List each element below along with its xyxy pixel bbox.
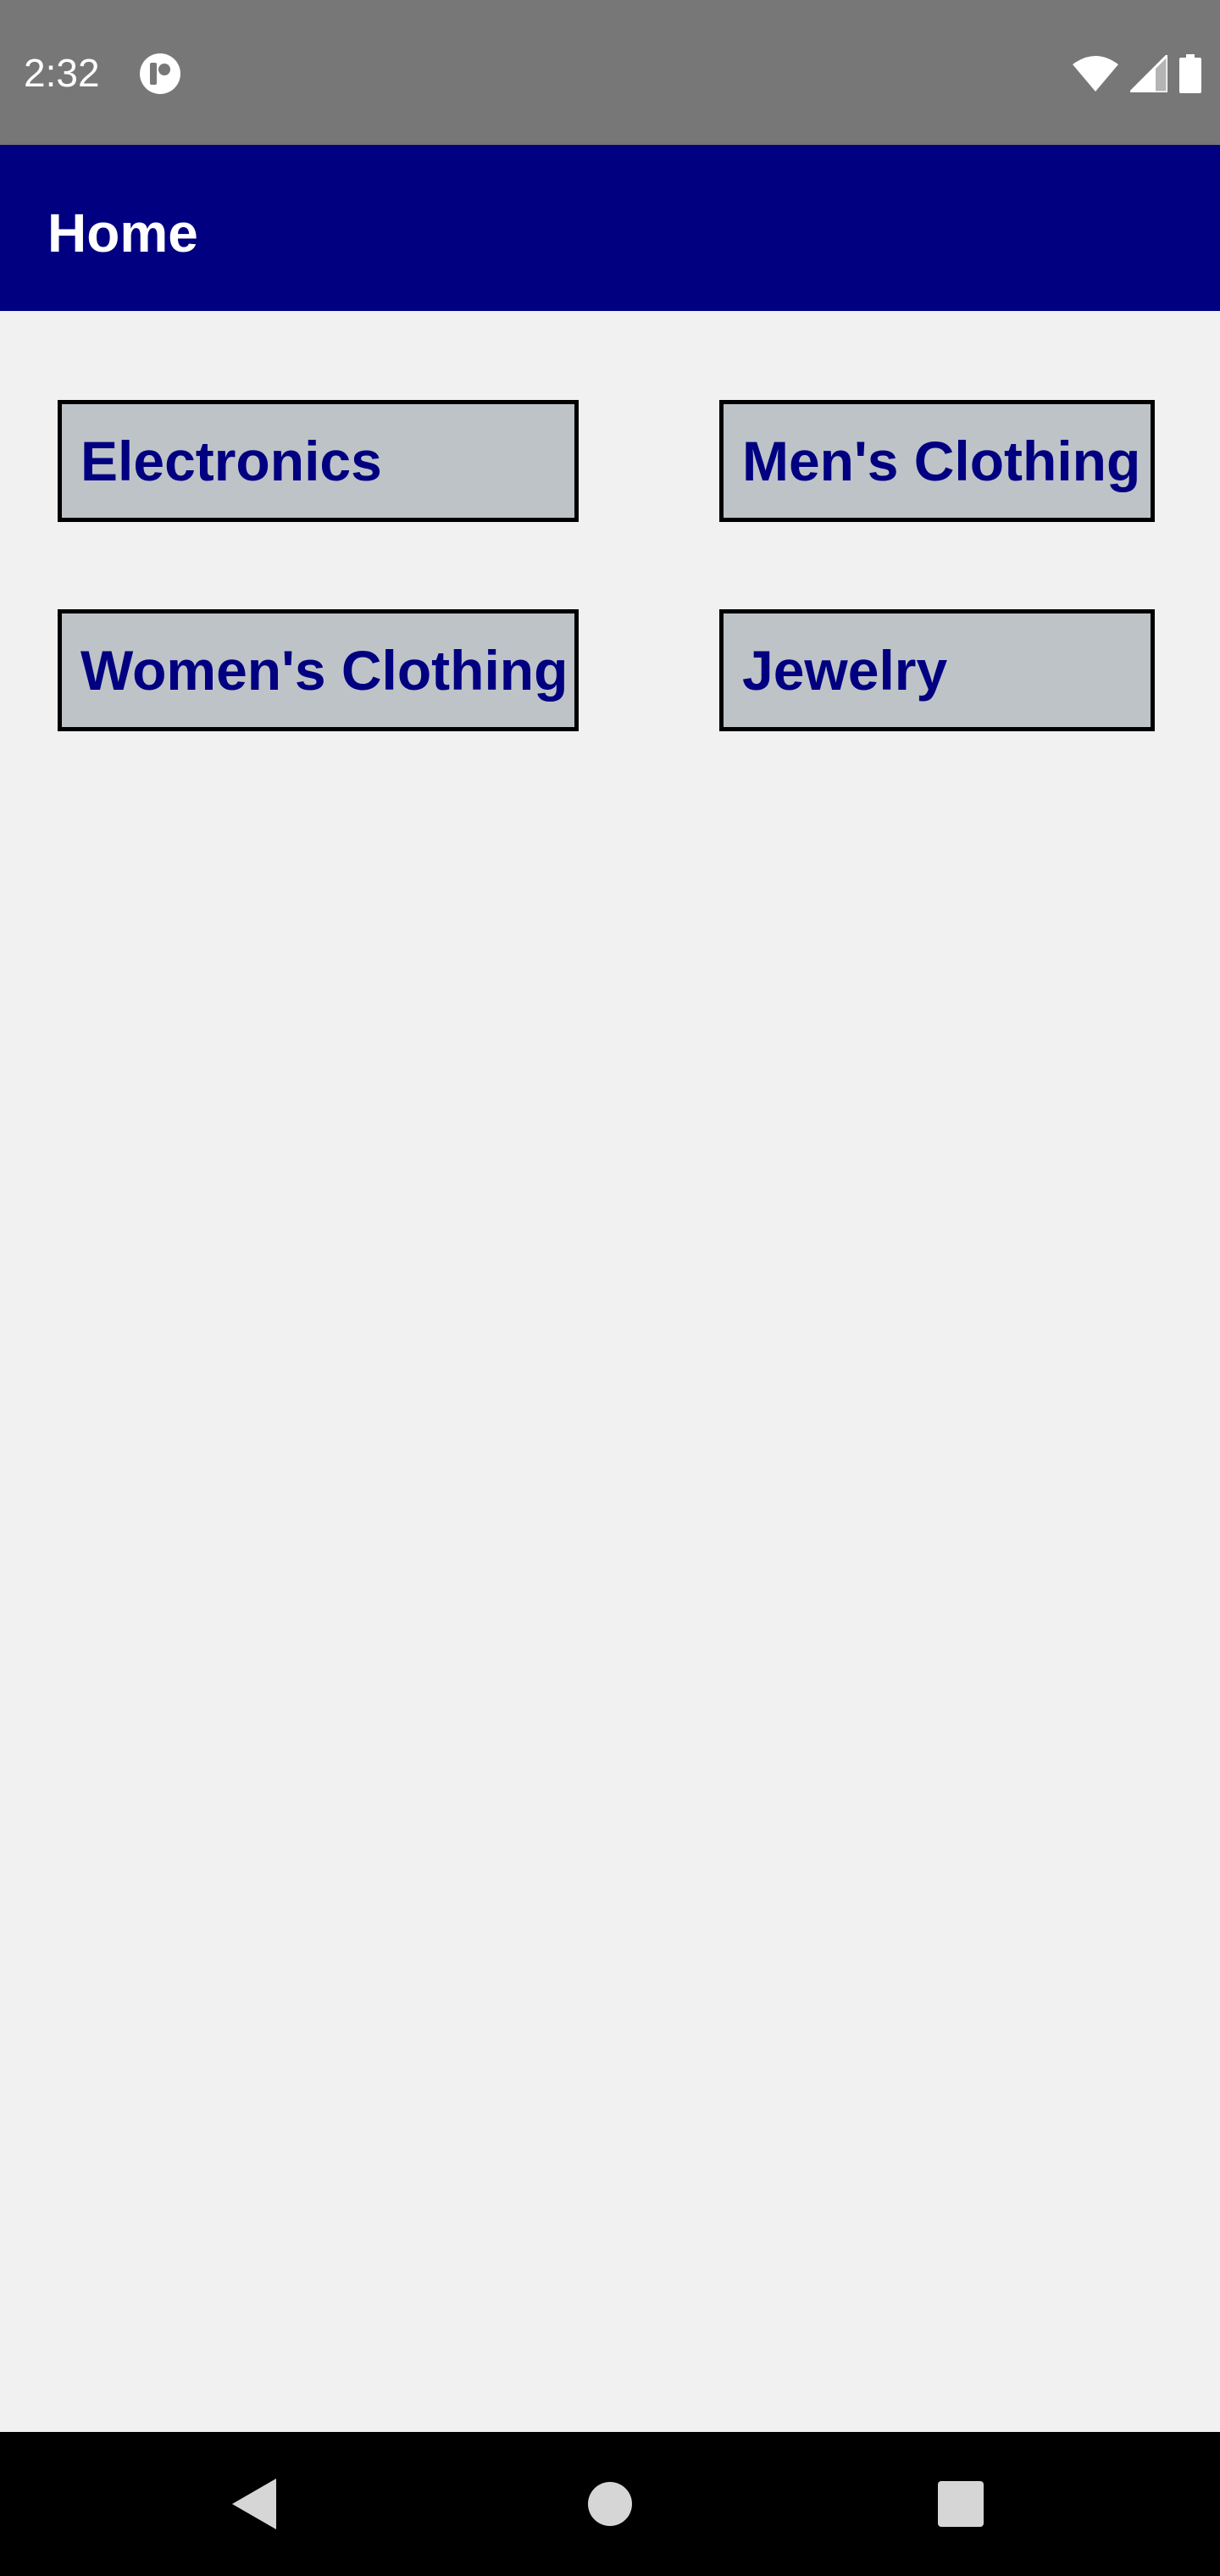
app-bar: Home [0, 145, 1220, 311]
system-nav-bar [0, 2432, 1220, 2576]
home-icon [588, 2482, 632, 2526]
battery-icon [1179, 54, 1201, 93]
recents-button[interactable] [910, 2432, 1012, 2576]
page-title: Home [47, 203, 198, 264]
back-icon [232, 2479, 276, 2529]
womens-clothing-button[interactable]: Women's Clothing [58, 609, 579, 731]
category-grid: Electronics Men's Clothing Women's Cloth… [0, 311, 1220, 2432]
cell-signal-icon [1130, 55, 1167, 92]
jewelry-button[interactable]: Jewelry [719, 609, 1155, 731]
electronics-button[interactable]: Electronics [58, 400, 579, 522]
status-time: 2:32 [24, 51, 100, 95]
status-indicators [1073, 51, 1201, 97]
wifi-icon [1073, 56, 1118, 92]
app-notification-icon [140, 53, 180, 94]
home-button[interactable] [559, 2432, 661, 2576]
mens-clothing-button[interactable]: Men's Clothing [719, 400, 1155, 522]
status-bar: 2:32 [0, 0, 1220, 145]
recents-icon [938, 2481, 984, 2527]
back-button[interactable] [203, 2432, 305, 2576]
